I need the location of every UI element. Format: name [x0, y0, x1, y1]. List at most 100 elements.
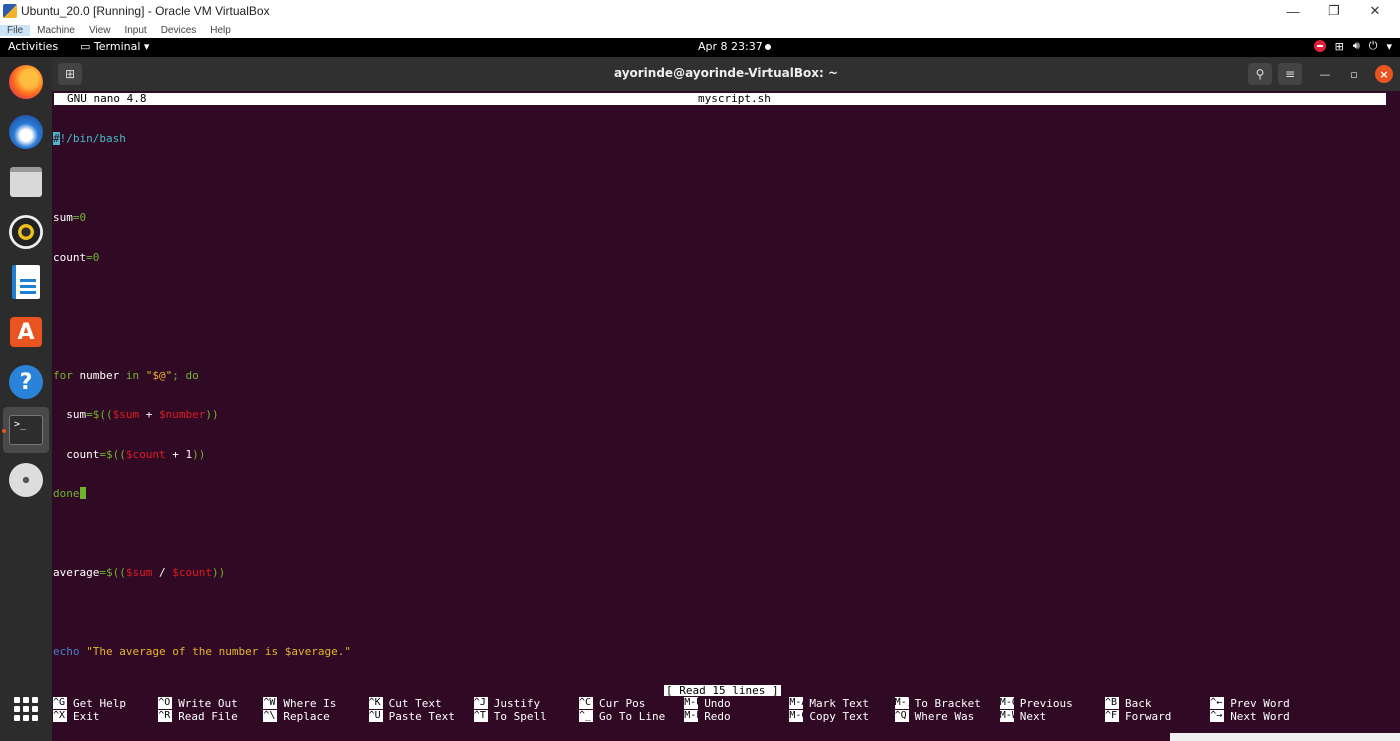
code-line: done	[53, 487, 351, 500]
shortcut-label: Where Was	[914, 710, 975, 724]
hamburger-menu-button[interactable]: ≡	[1278, 63, 1302, 85]
nano-status-message: [ Read 15 lines ]	[664, 684, 781, 697]
code-line: sum=$(($sum + $number))	[53, 408, 219, 422]
shortcut-label: Cur Pos	[599, 697, 646, 710]
shortcut-item[interactable]: ^← Prev Word	[1210, 697, 1314, 710]
minimize-button[interactable]: —	[1270, 0, 1316, 22]
shortcut-item[interactable]: ^T To Spell	[473, 710, 578, 723]
shortcut-column: M-U Undo M-E Redo	[684, 697, 788, 723]
libreoffice-writer-icon[interactable]	[6, 262, 46, 302]
shortcut-key: ^\	[263, 710, 278, 723]
shortcut-key: ^F	[1105, 710, 1119, 723]
stop-icon	[1313, 40, 1326, 52]
files-icon[interactable]	[6, 162, 46, 202]
shortcut-item[interactable]: M-W Next	[999, 710, 1104, 723]
shortcut-item[interactable]: M-6 Copy Text	[789, 710, 893, 723]
code-line: #!/bin/bash	[53, 132, 126, 146]
editor-content[interactable]: #!/bin/bash sum=0 count=0 for number in …	[53, 106, 351, 685]
shortcut-label: Prev Word	[1230, 697, 1290, 710]
shortcut-key: ^T	[473, 710, 488, 723]
system-tray[interactable]: ⊞ 🔊︎ ⏻ ▾	[1313, 39, 1392, 53]
shortcut-key: M-E	[684, 710, 699, 723]
shortcut-item[interactable]: ^W Where Is	[263, 697, 367, 710]
shortcut-item[interactable]: M-E Redo	[684, 710, 788, 723]
code-line: sum=0	[53, 211, 87, 225]
shortcut-column: ^C Cur Pos ^_ Go To Line	[579, 697, 683, 723]
shortcut-key: ^X	[53, 710, 67, 723]
menu-help[interactable]: Help	[203, 25, 238, 36]
terminal-small-icon: ▭	[80, 40, 91, 53]
terminal-body[interactable]: GNU nano 4.8 myscript.sh #!/bin/bash sum…	[52, 91, 1400, 741]
software-center-icon[interactable]: A	[6, 312, 46, 352]
shortcut-label: Undo	[704, 697, 731, 710]
dvd-icon[interactable]	[6, 460, 46, 500]
show-applications-icon[interactable]	[14, 697, 38, 721]
shortcut-item[interactable]: ^F Forward	[1105, 710, 1209, 723]
restore-button[interactable]: ❐	[1311, 0, 1357, 22]
shortcut-item[interactable]: ^G Get Help	[53, 697, 157, 710]
menu-file[interactable]: File	[0, 24, 31, 36]
menu-machine[interactable]: Machine	[30, 25, 82, 36]
shortcut-item[interactable]: ^K Cut Text	[368, 697, 473, 710]
terminal-icon[interactable]: >_	[6, 410, 46, 450]
nano-version: GNU nano 4.8	[67, 92, 147, 105]
shortcut-item[interactable]: ^→ Next Word	[1210, 710, 1314, 723]
shortcut-item[interactable]: ^J Justify	[473, 697, 578, 710]
power-icon: ⏻	[1368, 39, 1378, 52]
rhythmbox-icon[interactable]	[6, 212, 46, 252]
app-menu-label: Terminal	[93, 40, 141, 53]
shortcut-key: M-6	[789, 710, 804, 723]
shortcut-item[interactable]: M-U Undo	[684, 697, 788, 710]
virtualbox-menubar: File Machine View Input Devices Help	[0, 22, 1400, 38]
code-line: average=$(($sum / $count))	[53, 566, 226, 580]
terminal-title: ayorinde@ayorinde-VirtualBox: ~	[613, 66, 839, 80]
search-button[interactable]: ⚲	[1248, 63, 1272, 85]
shortcut-column: M-Q Previous M-W Next	[999, 697, 1104, 723]
activities-button[interactable]: Activities	[8, 40, 58, 53]
shortcut-label: Forward	[1125, 710, 1172, 724]
shortcut-item[interactable]: M-A Mark Text	[789, 697, 893, 710]
shortcut-item[interactable]: ^\ Replace	[263, 710, 367, 723]
shortcut-item[interactable]: ^B Back	[1105, 697, 1209, 710]
shortcut-column: ^B Back ^F Forward	[1105, 697, 1209, 723]
virtualbox-statusbar	[1170, 733, 1400, 741]
shortcut-label: Exit	[73, 710, 100, 724]
shortcut-label: Write Out	[178, 697, 238, 710]
shortcut-item[interactable]: ^O Write Out	[158, 697, 262, 710]
code-line: for number in "$@"; do	[53, 369, 199, 383]
shortcut-item[interactable]: ^C Cur Pos	[579, 697, 683, 710]
shortcut-label: Redo	[704, 710, 731, 724]
shortcut-item[interactable]: M-] To Bracket	[894, 697, 999, 710]
shortcut-key: M-W	[999, 710, 1014, 723]
shortcut-item[interactable]: ^U Paste Text	[368, 710, 473, 723]
terminal-close-button[interactable]: ×	[1375, 65, 1393, 83]
shortcut-item[interactable]: ^R Read File	[158, 710, 262, 723]
virtualbox-icon	[3, 4, 17, 18]
shortcut-label: Next Word	[1230, 710, 1290, 724]
shortcut-label: Replace	[283, 710, 330, 724]
menu-devices[interactable]: Devices	[154, 25, 204, 36]
shortcut-key: M-U	[684, 697, 699, 709]
menu-input[interactable]: Input	[117, 25, 153, 36]
menu-view[interactable]: View	[82, 25, 118, 36]
shortcut-item[interactable]: ^X Exit	[53, 710, 157, 723]
shortcut-column: M-A Mark Text M-6 Copy Text	[789, 697, 893, 723]
firefox-icon[interactable]	[6, 62, 46, 102]
clock[interactable]: Apr 8 23:37	[698, 40, 763, 53]
search-icon: ⚲	[1255, 67, 1265, 81]
help-icon[interactable]: ?	[6, 362, 46, 402]
app-menu-terminal[interactable]: ▭ Terminal ▾	[80, 40, 149, 53]
close-button[interactable]: ✕	[1352, 0, 1398, 22]
shortcut-item[interactable]: ^_ Go To Line	[579, 710, 683, 723]
thunderbird-icon[interactable]	[6, 112, 46, 152]
shortcut-item[interactable]: ^Q Where Was	[894, 710, 999, 724]
code-line: count=$(($count + 1))	[53, 447, 206, 461]
shortcut-label: Read File	[178, 710, 238, 724]
shortcut-key: ^_	[579, 710, 593, 723]
terminal-maximize-button[interactable]: ▫	[1345, 65, 1363, 83]
terminal-minimize-button[interactable]: —	[1316, 65, 1334, 83]
shortcut-column: ^K Cut Text ^U Paste Text	[368, 697, 473, 723]
shortcut-item[interactable]: M-Q Previous	[999, 697, 1104, 710]
